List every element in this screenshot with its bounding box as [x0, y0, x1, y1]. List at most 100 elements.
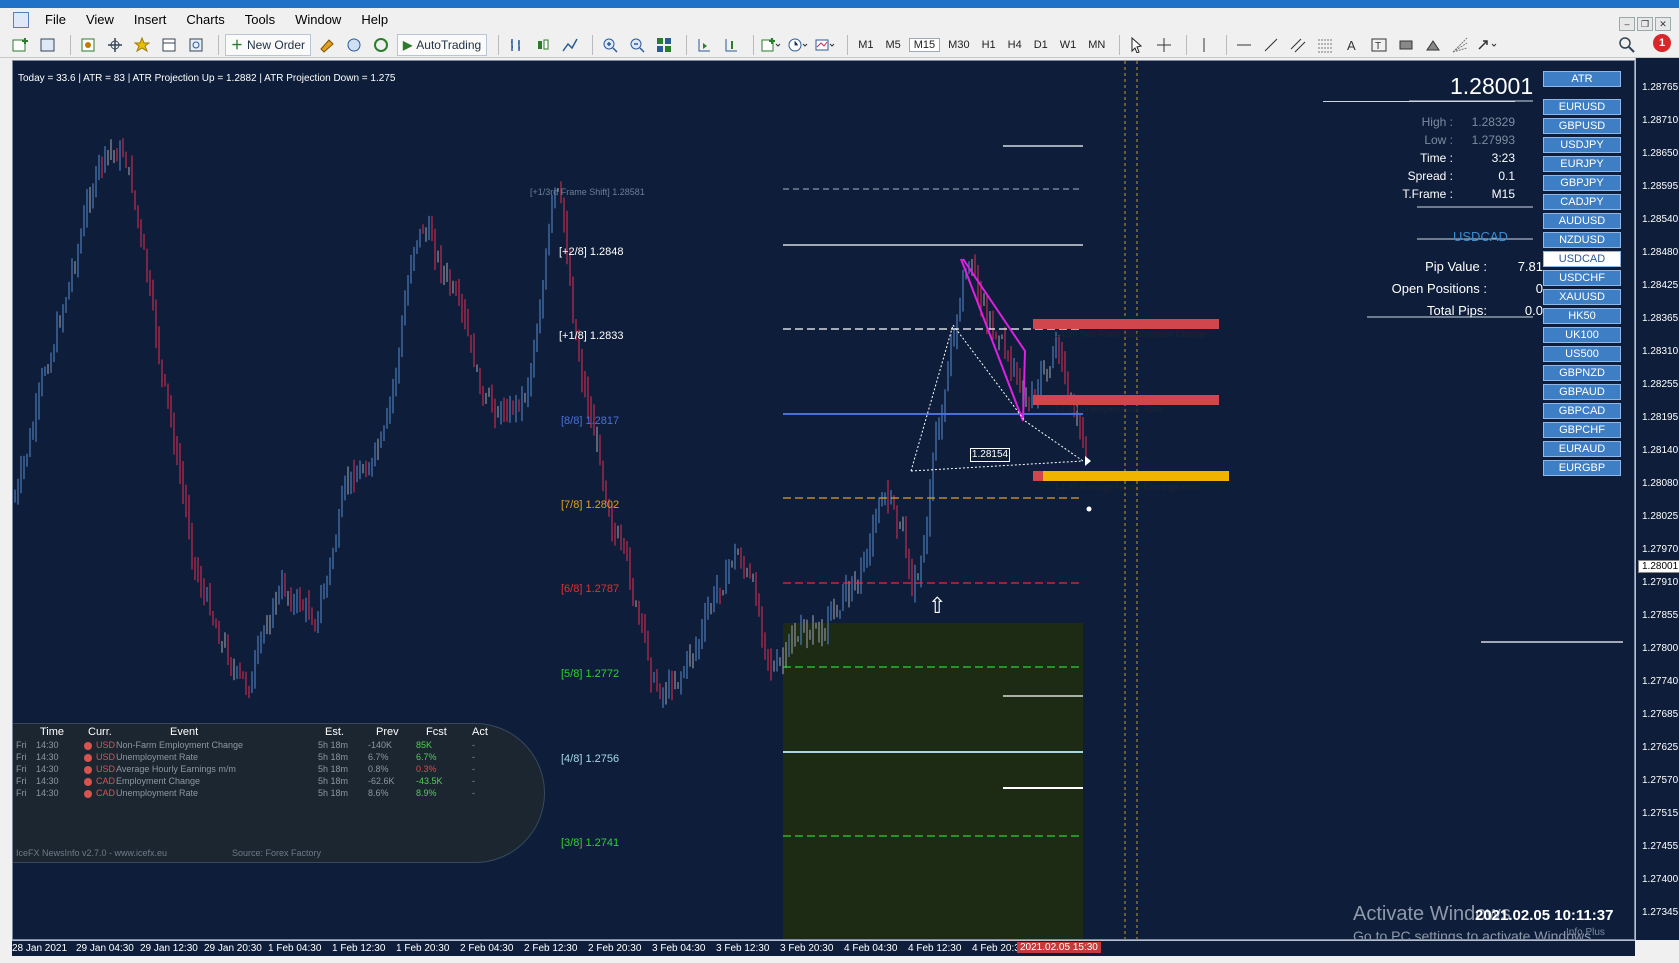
- time-axis: 28 Jan 2021 29 Jan 04:30 29 Jan 12:30 29 Ja…: [12, 940, 1635, 956]
- news-cell: 14:30: [36, 740, 59, 750]
- fibonacci-icon[interactable]: [1314, 34, 1336, 56]
- auto-scroll-icon[interactable]: [693, 34, 715, 56]
- new-order-button[interactable]: ＋ New Order: [225, 33, 312, 56]
- market-icon[interactable]: [370, 34, 392, 56]
- tile-windows-icon[interactable]: [653, 34, 675, 56]
- signals-icon[interactable]: [343, 34, 365, 56]
- bar-chart-icon[interactable]: [505, 34, 527, 56]
- line-chart-icon[interactable]: [559, 34, 581, 56]
- symbol-button-eurusd[interactable]: EURUSD: [1543, 99, 1621, 115]
- zoom-in-icon[interactable]: [599, 34, 621, 56]
- symbol-button-gbpaud[interactable]: GBPAUD: [1543, 384, 1621, 400]
- indicators-icon[interactable]: [760, 34, 782, 56]
- chart-window[interactable]: Today = 33.6 | ATR = 83 | ATR Projection…: [12, 60, 1635, 940]
- timeframe-d1[interactable]: D1: [1030, 39, 1052, 51]
- timeframe-h4[interactable]: H4: [1004, 39, 1026, 51]
- templates-icon[interactable]: [814, 34, 836, 56]
- svg-text:T: T: [1375, 41, 1381, 52]
- symbol-button-euraud[interactable]: EURAUD: [1543, 441, 1621, 457]
- symbol-button-usdjpy[interactable]: USDJPY: [1543, 137, 1621, 153]
- time-tick-label: 3 Feb 04:30: [652, 943, 706, 954]
- new-chart-icon[interactable]: [10, 34, 32, 56]
- timeframe-m1[interactable]: M1: [854, 39, 877, 51]
- equidistant-channel-icon[interactable]: [1287, 34, 1309, 56]
- candlestick-icon[interactable]: [532, 34, 554, 56]
- crosshair-icon[interactable]: [1153, 34, 1175, 56]
- triangle-icon[interactable]: [1422, 34, 1444, 56]
- price-tick-label: 1.28025: [1642, 511, 1679, 522]
- cursor-icon[interactable]: [1126, 34, 1148, 56]
- symbol-button-usdcad[interactable]: USDCAD: [1543, 251, 1621, 267]
- notification-badge[interactable]: 1: [1653, 34, 1671, 52]
- murrey-4-8-label: [4/8] 1.2756: [561, 753, 620, 765]
- vertical-line-icon[interactable]: [1193, 34, 1215, 56]
- timeframe-m5[interactable]: M5: [881, 39, 904, 51]
- menu-charts[interactable]: Charts: [176, 8, 234, 32]
- symbol-button-gbpcad[interactable]: GBPCAD: [1543, 403, 1621, 419]
- autotrading-button[interactable]: ▶ AutoTrading: [397, 33, 488, 56]
- news-cell: -43.5K: [416, 776, 443, 786]
- symbol-button-gbpnzd[interactable]: GBPNZD: [1543, 365, 1621, 381]
- timeframe-m15[interactable]: M15: [908, 37, 941, 52]
- currency-dot-icon: [84, 766, 92, 774]
- symbol-button-atr[interactable]: ATR: [1543, 71, 1621, 87]
- chart-shift-icon[interactable]: [720, 34, 742, 56]
- search-icon[interactable]: [1616, 34, 1638, 56]
- event-label-earnings: 14:30 Average Hourly Earnings m/m: [1055, 482, 1200, 492]
- symbol-button-nzdusd[interactable]: NZDUSD: [1543, 232, 1621, 248]
- horizontal-line-icon[interactable]: [1233, 34, 1255, 56]
- symbol-button-gbpjpy[interactable]: GBPJPY: [1543, 175, 1621, 191]
- menu-file[interactable]: File: [35, 8, 76, 32]
- zoom-out-icon[interactable]: [626, 34, 648, 56]
- metaeditor-icon[interactable]: [316, 34, 338, 56]
- toolbar-separator: [1226, 34, 1228, 55]
- fibo-fan-icon[interactable]: [1449, 34, 1471, 56]
- restore-icon[interactable]: ❐: [1637, 17, 1653, 31]
- tester-icon[interactable]: [185, 34, 207, 56]
- symbol-button-gbpusd[interactable]: GBPUSD: [1543, 118, 1621, 134]
- menu-tools[interactable]: Tools: [235, 8, 285, 32]
- symbol-button-uk100[interactable]: UK100: [1543, 327, 1621, 343]
- symbol-button-eurjpy[interactable]: EURJPY: [1543, 156, 1621, 172]
- symbol-button-eurgbp[interactable]: EURGBP: [1543, 460, 1621, 476]
- toolbar: ＋ New Order ▶ AutoTrading M1 M5 M15 M30 H1…: [0, 32, 1679, 58]
- window-controls: – ❐ ✕: [1619, 17, 1671, 31]
- price-tick-label: 1.28540: [1642, 214, 1679, 225]
- symbol-button-gbpchf[interactable]: GBPCHF: [1543, 422, 1621, 438]
- terminal-icon[interactable]: [158, 34, 180, 56]
- symbol-button-cadjpy[interactable]: CADJPY: [1543, 194, 1621, 210]
- trendline-icon[interactable]: [1260, 34, 1282, 56]
- rectangle-icon[interactable]: [1395, 34, 1417, 56]
- menu-window[interactable]: Window: [285, 8, 351, 32]
- menu-view[interactable]: View: [76, 8, 124, 32]
- profiles-icon[interactable]: [37, 34, 59, 56]
- symbol-button-audusd[interactable]: AUDUSD: [1543, 213, 1621, 229]
- watermark-subtitle: Go to PC settings to activate Windows.: [1353, 928, 1595, 940]
- symbol-button-us500[interactable]: US500: [1543, 346, 1621, 362]
- timeframe-h1[interactable]: H1: [978, 39, 1000, 51]
- timeframe-w1[interactable]: W1: [1056, 39, 1081, 51]
- news-cell: -: [472, 776, 475, 786]
- news-cell: Unemployment Rate: [116, 788, 199, 798]
- crosshair-nav-icon[interactable]: [104, 34, 126, 56]
- menu-insert[interactable]: Insert: [124, 8, 177, 32]
- toolbar-separator: [847, 34, 849, 55]
- time-tick-label: 1 Feb 20:30: [396, 943, 450, 954]
- menu-help[interactable]: Help: [351, 8, 398, 32]
- timeframe-mn[interactable]: MN: [1084, 39, 1109, 51]
- text-tool-icon[interactable]: A: [1341, 34, 1363, 56]
- minimize-icon[interactable]: –: [1619, 17, 1635, 31]
- market-watch-icon[interactable]: [77, 34, 99, 56]
- symbol-button-usdchf[interactable]: USDCHF: [1543, 270, 1621, 286]
- text-label-icon[interactable]: T: [1368, 34, 1390, 56]
- price-tick-label: 1.28080: [1642, 478, 1679, 489]
- arrows-icon[interactable]: [1476, 34, 1498, 56]
- symbol-button-hk50[interactable]: HK50: [1543, 308, 1621, 324]
- time-tick-label: 2 Feb 04:30: [460, 943, 514, 954]
- navigator-star-icon[interactable]: [131, 34, 153, 56]
- timeframe-m30[interactable]: M30: [944, 39, 973, 51]
- pip-panel: Pip Value : 7.81 Open Positions : 0 Total Pi…: [1343, 255, 1543, 321]
- periods-icon[interactable]: [787, 34, 809, 56]
- close-icon[interactable]: ✕: [1655, 17, 1671, 31]
- symbol-button-xauusd[interactable]: XAUUSD: [1543, 289, 1621, 305]
